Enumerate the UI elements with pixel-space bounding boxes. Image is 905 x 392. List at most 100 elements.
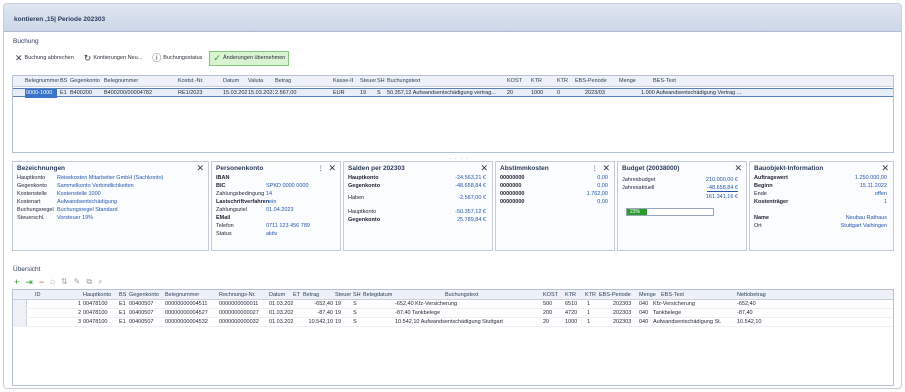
table-cell[interactable]: 202303 (613, 300, 637, 309)
copy-icon[interactable]: ⧉ (86, 277, 92, 287)
column-header[interactable]: KTR (531, 76, 553, 87)
table-cell[interactable]: 19 (335, 300, 351, 309)
column-header[interactable]: SH (353, 290, 361, 300)
column-header[interactable]: KTR (585, 290, 597, 300)
table-cell[interactable]: Aufwandsentschädigung St. (653, 318, 735, 327)
table-cell[interactable]: 2023/03 (585, 89, 615, 98)
apply-changes-button[interactable]: ✓ Änderungen übernehmen (209, 50, 290, 66)
column-header[interactable]: Betrag (275, 76, 309, 87)
table-cell[interactable]: S (353, 318, 361, 327)
column-header[interactable]: ID (35, 290, 45, 300)
table-cell[interactable]: EUR (333, 89, 355, 98)
column-header[interactable]: EBS-Periode (575, 76, 619, 87)
table-cell[interactable]: 10.542,10 (303, 318, 333, 327)
column-header[interactable]: Kasse-ID (333, 76, 353, 87)
table-cell[interactable]: S (353, 300, 361, 309)
edit-icon[interactable]: ✎ (74, 277, 81, 287)
table-cell[interactable]: 202303 (613, 318, 637, 327)
table-cell[interactable]: -652,40 Kfz-Versicherung (395, 300, 541, 309)
table-cell[interactable]: 040 (639, 318, 653, 327)
table-cell[interactable]: 00400507 (129, 309, 163, 318)
table-cell[interactable]: 00478100 (83, 318, 117, 327)
table-cell[interactable]: 040 (639, 300, 653, 309)
table-cell[interactable]: 4720 (565, 309, 583, 318)
table-cell[interactable]: 6510 (565, 300, 583, 309)
insert-row-icon[interactable]: ⇥ (25, 277, 33, 287)
table-row[interactable]: 3 00478100 E1 00400507 00000000004532 00… (13, 318, 893, 327)
table-cell[interactable]: 040 (639, 309, 653, 318)
table-row[interactable]: 2 00478100 E1 00400507 00000000004527 00… (13, 309, 893, 318)
column-header[interactable]: KTR (565, 290, 581, 300)
table-cell[interactable]: E1 (119, 300, 128, 309)
column-header[interactable]: Belegdatum (363, 290, 395, 300)
column-header[interactable]: Menge (619, 76, 639, 87)
column-header[interactable]: SH (377, 76, 385, 87)
close-icon[interactable]: ✕ (196, 163, 204, 174)
table-row[interactable]: 0000-1000 E1 B400200 B400200/00004782 RE… (13, 88, 893, 98)
table-cell[interactable]: 00400507 (129, 318, 163, 327)
column-header[interactable]: Belegnummer (165, 290, 213, 300)
column-header[interactable]: Nettobetrag (737, 290, 777, 300)
table-cell[interactable]: 00478100 (83, 309, 117, 318)
column-header[interactable]: Datum (223, 76, 247, 87)
close-icon[interactable]: ✕ (602, 163, 610, 174)
search-icon[interactable]: ⌕ (98, 277, 102, 287)
table-cell[interactable]: 01.03.2023 (269, 309, 293, 318)
column-header[interactable]: Menge (639, 290, 659, 300)
column-header[interactable]: BS (60, 76, 68, 87)
table-cell[interactable]: E1 (119, 309, 128, 318)
table-cell[interactable]: 0000000000032 (219, 318, 267, 327)
table-cell[interactable]: 01.03.2023 (269, 318, 293, 327)
table-cell[interactable]: 0000000000027 (219, 309, 267, 318)
table-cell[interactable]: 1 (587, 300, 597, 309)
column-header[interactable]: Rechnungs-Nr. (219, 290, 261, 300)
column-header[interactable]: Kostst.-Nr. (178, 76, 210, 87)
column-header[interactable]: KTR (557, 76, 573, 87)
table-cell[interactable]: 2.567,00 (275, 89, 309, 98)
table-cell[interactable]: 1000 (531, 89, 555, 98)
table-cell[interactable]: 20 (507, 89, 529, 98)
table-cell[interactable]: 10.542,10 Aufwandsentschädigung Stuttgar… (395, 318, 541, 327)
table-cell[interactable]: Tankbelege (653, 309, 735, 318)
table-cell[interactable]: 1 (587, 309, 597, 318)
column-header[interactable]: Betrag (303, 290, 327, 300)
column-header[interactable]: EBS-Text (661, 290, 697, 300)
table-cell[interactable]: 0 (557, 89, 573, 98)
table-cell[interactable]: S (377, 89, 385, 98)
table-cell[interactable]: 200 (543, 309, 563, 318)
column-header[interactable]: Buchungstext (387, 76, 497, 87)
column-header[interactable]: KOST (507, 76, 529, 87)
column-header[interactable]: Steuer (335, 290, 351, 300)
column-header[interactable]: Datum (269, 290, 291, 300)
table-cell[interactable]: 15.03.2023 (248, 89, 274, 98)
table-cell[interactable]: 19 (335, 318, 351, 327)
booking-status-button[interactable]: ⓘ Buchungsstatus (149, 51, 205, 66)
table-cell[interactable]: 20 (543, 318, 563, 327)
table-cell[interactable]: 1 (587, 318, 597, 327)
table-cell[interactable]: 00000000004532 (165, 318, 217, 327)
table-cell[interactable]: 00478100 (83, 300, 117, 309)
column-header[interactable]: ET (293, 290, 301, 300)
table-cell[interactable]: 15.03.2023 (223, 89, 247, 98)
reload-assignments-button[interactable]: ↻ Kontierungen Neu... (81, 51, 145, 66)
table-cell[interactable]: 00000000004511 (165, 300, 217, 309)
table-cell[interactable]: 19 (335, 309, 351, 318)
close-icon[interactable]: ✕ (734, 163, 742, 174)
table-cell[interactable]: -87,40 (737, 309, 773, 318)
table-cell[interactable]: 1 (65, 300, 81, 309)
table-cell[interactable]: 10.542,10 (737, 318, 773, 327)
table-cell[interactable]: B400200/00004782 (104, 89, 176, 98)
more-options-icon[interactable]: ⋮ (318, 164, 325, 172)
table-cell[interactable]: 1000 (565, 318, 583, 327)
column-header[interactable]: KOST (543, 290, 563, 300)
column-header[interactable]: EBS-Periode (599, 290, 637, 300)
table-cell[interactable]: RE1/2023 (178, 89, 220, 98)
column-header[interactable]: Belegnummer (104, 76, 152, 87)
column-header[interactable]: Gegenkonto (129, 290, 163, 300)
table-cell[interactable]: 202303 (613, 309, 637, 318)
table-cell[interactable]: 00400507 (129, 300, 163, 309)
table-cell[interactable]: -87,40 (303, 309, 333, 318)
table-cell[interactable]: 500 (543, 300, 563, 309)
more-options-icon[interactable]: ⋮ (592, 164, 599, 172)
table-cell[interactable]: 2 (65, 309, 81, 318)
